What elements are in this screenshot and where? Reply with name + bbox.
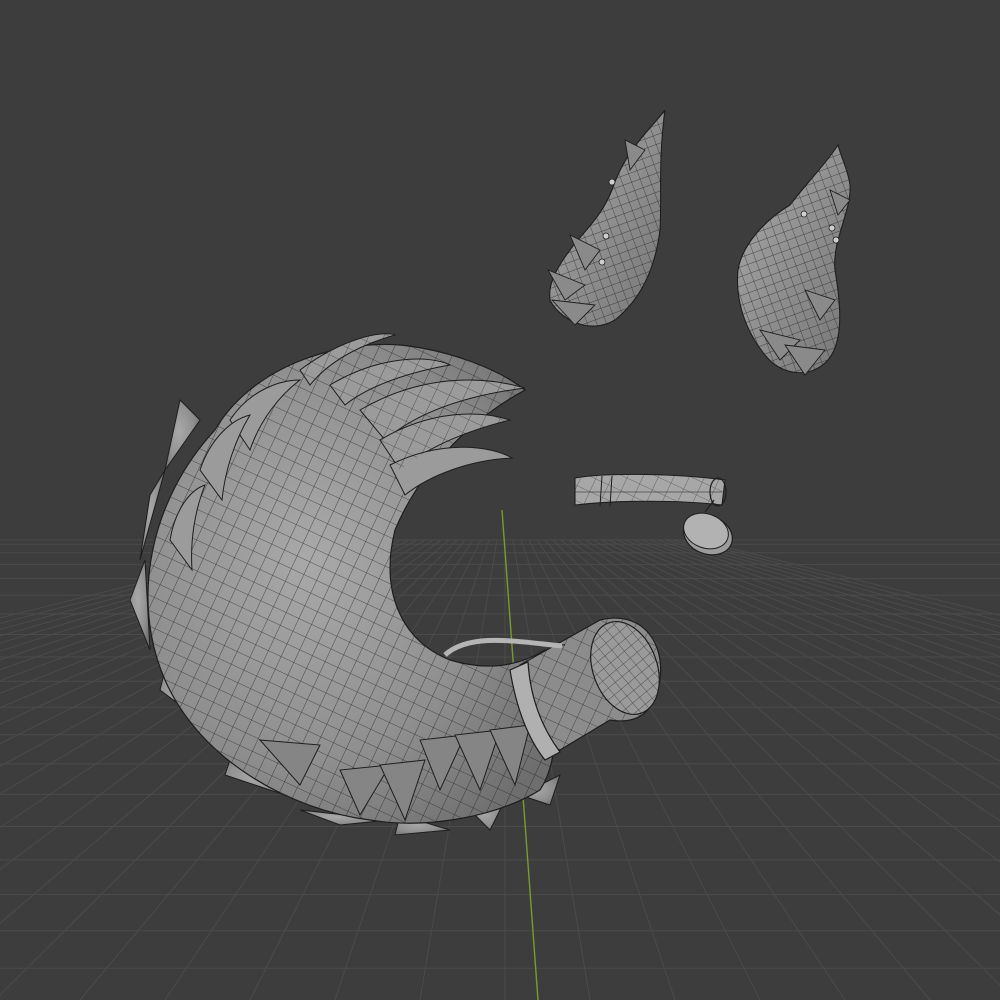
3d-viewport[interactable] <box>0 0 1000 1000</box>
right-ear-mesh[interactable] <box>736 143 851 376</box>
viewport-canvas[interactable] <box>0 0 1000 1000</box>
collar-mesh[interactable] <box>574 473 727 507</box>
left-ear-mesh[interactable] <box>546 109 666 327</box>
curled-tail-mesh[interactable] <box>129 333 561 836</box>
